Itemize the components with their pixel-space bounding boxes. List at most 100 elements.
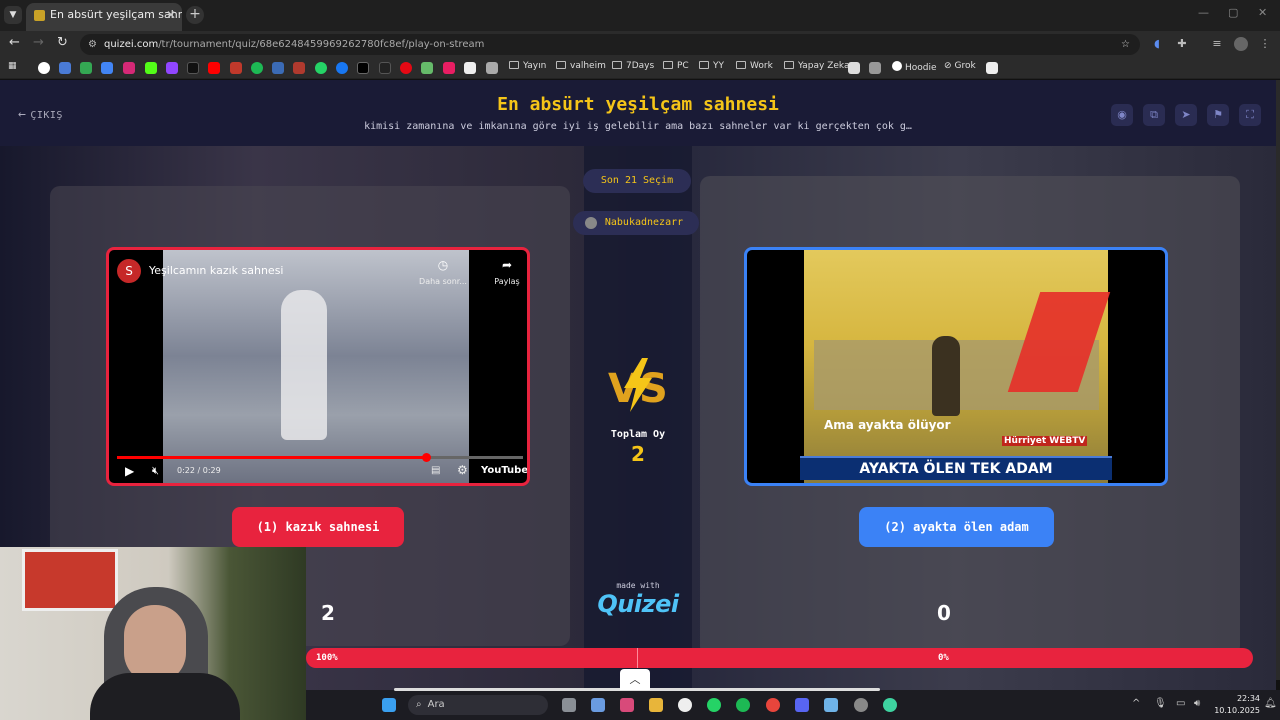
profile-avatar[interactable]: [1234, 37, 1248, 51]
chrome-icon[interactable]: [766, 698, 780, 712]
youtube-logo[interactable]: YouTube: [481, 465, 527, 476]
drive-bookmark-icon[interactable]: [101, 62, 113, 74]
maps-bookmark-icon[interactable]: [80, 62, 92, 74]
task-view-icon[interactable]: [562, 698, 576, 712]
notification-bell-icon[interactable]: 🔔︎: [1264, 698, 1277, 709]
choice-button-2[interactable]: (2) ayakta ölen adam: [859, 507, 1054, 547]
quizei-logo[interactable]: Quizei: [584, 590, 692, 618]
bookmark-folder-pc[interactable]: PC: [663, 61, 689, 71]
tab-active[interactable]: En absürt yeşilçam sahnesi - Q ✕: [26, 3, 182, 31]
bookmark-folder-7days[interactable]: 7Days: [612, 61, 654, 71]
chevron-up-icon[interactable]: ︿: [620, 669, 650, 690]
bookmark-hoodie[interactable]: Hoodie: [892, 61, 937, 73]
maximize-icon[interactable]: ▢: [1228, 6, 1238, 19]
minimize-icon[interactable]: —: [1198, 6, 1209, 19]
spotify-icon[interactable]: [736, 698, 750, 712]
muted-icon[interactable]: 🔇︎: [152, 464, 159, 478]
settings-gear-icon[interactable]: ⚙: [457, 463, 468, 477]
bookmark-folder-work[interactable]: Work: [736, 61, 773, 71]
bookmark-folder-valheim[interactable]: valheim: [556, 61, 606, 71]
xbox-icon[interactable]: [678, 698, 692, 712]
taskbar-search[interactable]: ⌕ Ara: [408, 695, 548, 715]
eye-icon[interactable]: ◉: [1111, 104, 1133, 126]
site-info-icon[interactable]: ⚙: [88, 34, 97, 55]
bookmark-icon[interactable]: [272, 62, 284, 74]
whatsapp-icon[interactable]: [707, 698, 721, 712]
choice-button-1[interactable]: (1) kazık sahnesi: [232, 507, 404, 547]
share-arrow-icon[interactable]: ➦: [487, 258, 527, 272]
last-choices-button[interactable]: Son 21 Seçim: [583, 169, 691, 193]
google-bookmark-icon[interactable]: [38, 62, 50, 74]
bookmark-folder-yy[interactable]: YY: [699, 61, 724, 71]
kick-bookmark-icon[interactable]: [145, 62, 157, 74]
fullscreen-icon[interactable]: ⛶: [1239, 104, 1261, 126]
spotify-bookmark-icon[interactable]: [251, 62, 263, 74]
close-tab-icon[interactable]: ✕: [166, 3, 176, 27]
video-progress-knob[interactable]: [421, 453, 431, 462]
subtitles-icon[interactable]: ▤: [431, 465, 440, 476]
watch-later-icon[interactable]: ◷: [413, 258, 473, 272]
microphone-icon[interactable]: 🎙︎: [1154, 698, 1167, 709]
network-icon[interactable]: ▭: [1176, 698, 1185, 709]
reload-icon[interactable]: ↻: [57, 35, 68, 50]
back-icon[interactable]: ←: [9, 35, 20, 50]
volume-icon[interactable]: 🔊︎: [1194, 698, 1200, 709]
left-video-player[interactable]: S Yeşilcamın kazık sahnesi ◷ Daha sonr..…: [106, 247, 530, 486]
bookmark-icon[interactable]: [486, 62, 498, 74]
youtube-bookmark-icon[interactable]: [208, 62, 220, 74]
twitch-bookmark-icon[interactable]: [166, 62, 178, 74]
facebook-bookmark-icon[interactable]: [336, 62, 348, 74]
discord-icon[interactable]: [795, 698, 809, 712]
explorer-icon[interactable]: [649, 698, 663, 712]
bookmark-icon[interactable]: [230, 62, 242, 74]
notepad-icon[interactable]: [824, 698, 838, 712]
bookmark-icon[interactable]: [848, 62, 860, 74]
windows-start-icon[interactable]: [382, 698, 396, 712]
bookmark-icon[interactable]: [293, 62, 305, 74]
video-time: 0:22 / 0:29: [177, 466, 221, 475]
browser-menu-icon[interactable]: ⋮: [1258, 37, 1272, 51]
share-icon[interactable]: ⧉: [1143, 104, 1165, 126]
clock-date[interactable]: 10.10.2025: [1202, 706, 1260, 715]
video-title[interactable]: Yeşilcamın kazık sahnesi: [149, 264, 283, 277]
play-icon[interactable]: ▶: [125, 464, 134, 478]
clock-time[interactable]: 22:34: [1208, 694, 1260, 703]
search-icon: ⌕: [416, 699, 422, 710]
extension-icon[interactable]: ◖: [1150, 37, 1164, 51]
page-scrollbar[interactable]: [1276, 80, 1280, 680]
channel-avatar[interactable]: S: [117, 259, 141, 283]
bookmark-icon[interactable]: [986, 62, 998, 74]
translate-bookmark-icon[interactable]: [59, 62, 71, 74]
store-icon[interactable]: [620, 698, 634, 712]
window-close-icon[interactable]: ✕: [1258, 6, 1267, 19]
send-icon[interactable]: ➤: [1175, 104, 1197, 126]
bookmark-star-icon[interactable]: ☆: [1121, 34, 1130, 55]
bookmark-icon[interactable]: [869, 62, 881, 74]
tiktok-bookmark-icon[interactable]: [187, 62, 199, 74]
media-icon[interactable]: ≡: [1210, 37, 1224, 51]
bookmark-icon[interactable]: [421, 62, 433, 74]
bookmark-folder-yapay-zeka[interactable]: Yapay Zeka: [784, 61, 849, 71]
obs-icon[interactable]: [854, 698, 868, 712]
app-icon[interactable]: [883, 698, 897, 712]
threads-bookmark-icon[interactable]: [379, 62, 391, 74]
tab-search-button[interactable]: ▼: [4, 6, 22, 24]
x-bookmark-icon[interactable]: [357, 62, 369, 74]
instagram-bookmark-icon[interactable]: [123, 62, 135, 74]
copilot-icon[interactable]: [591, 698, 605, 712]
bookmark-grok[interactable]: ⊘ Grok: [944, 61, 976, 71]
whatsapp-bookmark-icon[interactable]: [315, 62, 327, 74]
address-bar[interactable]: ⚙ quizei.com/tr/tournament/quiz/68e62484…: [80, 34, 1140, 55]
bookmark-icon[interactable]: [400, 62, 412, 74]
forward-icon[interactable]: →: [33, 35, 44, 50]
bookmark-folder-yayin[interactable]: Yayın: [509, 61, 546, 71]
flag-icon[interactable]: ⚑: [1207, 104, 1229, 126]
tray-chevron-icon[interactable]: ^: [1132, 698, 1140, 709]
extensions-puzzle-icon[interactable]: ✚: [1175, 37, 1189, 51]
apps-grid-icon[interactable]: ▦: [8, 61, 17, 71]
right-video-player[interactable]: Ama ayakta ölüyor Hürriyet WEBTV AYAKTA …: [744, 247, 1168, 486]
video-progress-track[interactable]: [117, 453, 523, 462]
bookmark-icon[interactable]: [464, 62, 476, 74]
new-tab-button[interactable]: +: [186, 6, 204, 24]
bookmark-icon[interactable]: [443, 62, 455, 74]
